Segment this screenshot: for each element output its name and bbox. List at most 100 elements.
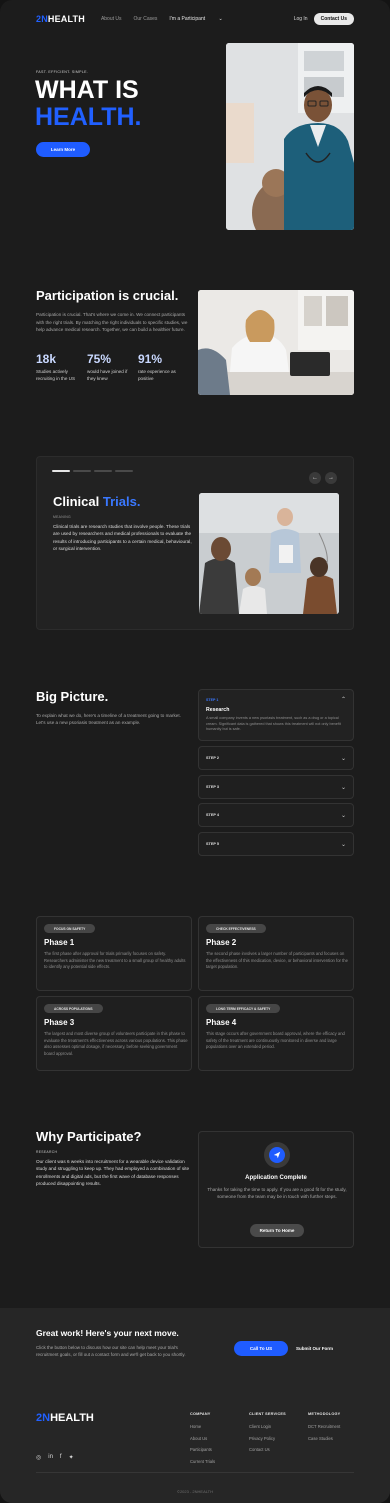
step-accordion[interactable]: STEP 3 ⌄ — [198, 775, 354, 799]
step-label: STEP 2 — [206, 756, 220, 760]
instagram-icon[interactable]: ◎ — [36, 1454, 41, 1461]
stat-item: 91% rate experience as positive — [138, 352, 189, 382]
stat-label: Studies actively recruiting in the US — [36, 369, 76, 381]
stat-label: would have joined if they knew — [87, 369, 128, 381]
phase-title: Phase 4 — [206, 1018, 237, 1027]
card-title: Application Complete — [245, 1175, 307, 1181]
nav-link-about[interactable]: About Us — [101, 16, 122, 22]
phase-body: This stage occurs after government board… — [206, 1031, 345, 1049]
why-label: RESEARCH — [36, 1150, 58, 1154]
phase-body: The first phase after approval for trial… — [44, 951, 186, 969]
stat-value: 91% — [138, 352, 163, 366]
logo-prefix: 2N — [36, 1412, 51, 1424]
participation-body: Participation is crucial. That's where w… — [36, 312, 188, 333]
clinical-meaning-label: MEANING — [53, 515, 71, 519]
stat-value: 75% — [87, 352, 112, 366]
footer-link[interactable]: Current Trials — [190, 1456, 215, 1468]
contact-button[interactable]: Contact Us — [313, 13, 354, 25]
nav-link-participant-label: I'm a Participant — [169, 16, 206, 22]
footer-logo[interactable]: 2NHEALTH — [36, 1412, 94, 1424]
step-label: STEP 3 — [206, 785, 220, 789]
nav-links: About Us Our Cases I'm a Participant ⌄ — [101, 16, 247, 22]
stat-item: 18k Studies actively recruiting in the U… — [36, 352, 87, 382]
clinical-title-b: Trials. — [102, 494, 141, 509]
clinical-trials-card: ← → Clinical Trials. MEANING Clinical tr… — [36, 456, 354, 630]
arrow-right-icon[interactable]: → — [325, 472, 337, 484]
big-picture-body: To explain what we do, here's a timeline… — [36, 713, 181, 726]
footer-col-company: COMPANY Home About Us Participants Curre… — [190, 1412, 215, 1467]
top-nav: 2N HEALTH About Us Our Cases I'm a Partic… — [36, 10, 354, 28]
slider-dot[interactable] — [94, 470, 112, 472]
clinical-group-photo — [199, 493, 339, 614]
participation-title: Participation is crucial. — [36, 288, 179, 303]
footer-link[interactable]: Home — [190, 1421, 215, 1433]
step-label: STEP 1 — [206, 698, 219, 702]
nav-actions: Log In Contact Us — [294, 13, 354, 25]
footer-link[interactable]: DCT Recruitment — [308, 1421, 340, 1433]
step-title: Research — [206, 707, 230, 713]
logo-suffix: HEALTH — [47, 14, 85, 24]
clinical-body: Clinical trials are research studies tha… — [53, 524, 192, 552]
footer-link[interactable]: Case Studies — [308, 1433, 340, 1445]
footer-link[interactable]: Privacy Policy — [249, 1433, 286, 1445]
arrow-left-icon[interactable]: ← — [309, 472, 321, 484]
hero-title-line1: WHAT IS — [35, 76, 139, 104]
logo-prefix: 2N — [36, 14, 48, 24]
slider-pagination — [52, 470, 133, 472]
footer-link[interactable]: Contact Us — [249, 1444, 286, 1456]
linkedin-icon[interactable]: in — [48, 1454, 53, 1461]
social-links: ◎ in f ✦ — [36, 1454, 74, 1461]
login-link[interactable]: Log In — [294, 16, 308, 22]
slider-dot[interactable] — [115, 470, 133, 472]
hero-doctor-photo — [226, 43, 354, 230]
nav-link-cases[interactable]: Our Cases — [134, 16, 158, 22]
facebook-icon[interactable]: f — [60, 1454, 62, 1461]
return-home-button[interactable]: Return To Home — [250, 1224, 304, 1237]
chevron-up-icon: ⌃ — [340, 697, 346, 703]
call-us-button[interactable]: Call To US — [234, 1341, 288, 1356]
step-accordion[interactable]: STEP 5 ⌄ — [198, 832, 354, 856]
footer-col-clients: CLIENT SERVICES Client Login Privacy Pol… — [249, 1412, 286, 1456]
chevron-down-icon: ⌄ — [340, 784, 346, 791]
phase-badge: LONG TERM EFFICACY & SAFETY — [206, 1004, 281, 1013]
footer-link[interactable]: About Us — [190, 1433, 215, 1445]
cta-footer-section: Great work! Here's your next move. Click… — [0, 1308, 390, 1503]
step-accordion[interactable]: STEP 4 ⌄ — [198, 803, 354, 827]
slider-dot[interactable] — [73, 470, 91, 472]
submit-form-link[interactable]: Submit Our Form — [296, 1346, 333, 1351]
logo[interactable]: 2N HEALTH — [36, 14, 85, 24]
hero-tagline: FAST. EFFICIENT. SIMPLE. — [36, 70, 89, 74]
slider-dot[interactable] — [52, 470, 70, 472]
stat-value: 18k — [36, 352, 57, 366]
card-body: Thanks for taking the time to apply. If … — [207, 1187, 347, 1199]
step-accordion[interactable]: STEP 2 ⌄ — [198, 746, 354, 770]
phase-body: The second phase involves a larger numbe… — [206, 951, 348, 969]
big-picture-title: Big Picture. — [36, 689, 109, 704]
step-accordion-open[interactable]: STEP 1 Research A small company invents … — [198, 689, 354, 741]
stat-label: rate experience as positive — [138, 369, 176, 381]
phase-card: FOCUS ON SAFETY Phase 1 The first phase … — [36, 916, 192, 991]
phase-title: Phase 2 — [206, 938, 237, 947]
phase-card: CHECK EFFECTIVENESS Phase 2 The second p… — [198, 916, 354, 991]
nav-link-participant[interactable]: I'm a Participant ⌄ — [169, 16, 234, 22]
footer-link[interactable]: Client Login — [249, 1421, 286, 1433]
footer-col-heading: CLIENT SERVICES — [249, 1412, 286, 1416]
slider-arrows: ← → — [309, 472, 337, 484]
send-icon — [269, 1147, 285, 1163]
chevron-down-icon: ⌄ — [340, 841, 346, 848]
chevron-down-icon: ⌄ — [340, 812, 346, 819]
phase-title: Phase 3 — [44, 1018, 75, 1027]
footer-link[interactable]: Participants — [190, 1444, 215, 1456]
phase-badge: FOCUS ON SAFETY — [44, 924, 96, 933]
footer-col-heading: METHODOLOGY — [308, 1412, 341, 1416]
footer-col-methodology: METHODOLOGY DCT Recruitment Case Studies — [308, 1412, 340, 1444]
logo-suffix: HEALTH — [50, 1412, 94, 1424]
footer-divider — [36, 1472, 354, 1473]
phase-badge: CHECK EFFECTIVENESS — [206, 924, 266, 933]
learn-more-button[interactable]: Learn More — [36, 142, 90, 157]
stats-row: 18k Studies actively recruiting in the U… — [36, 352, 189, 382]
application-complete-card: Application Complete Thanks for taking t… — [198, 1131, 354, 1248]
clinical-title-a: Clinical — [53, 494, 100, 509]
twitter-icon[interactable]: ✦ — [69, 1454, 74, 1461]
phase-body: The largest and most diverse group of vo… — [44, 1031, 188, 1056]
